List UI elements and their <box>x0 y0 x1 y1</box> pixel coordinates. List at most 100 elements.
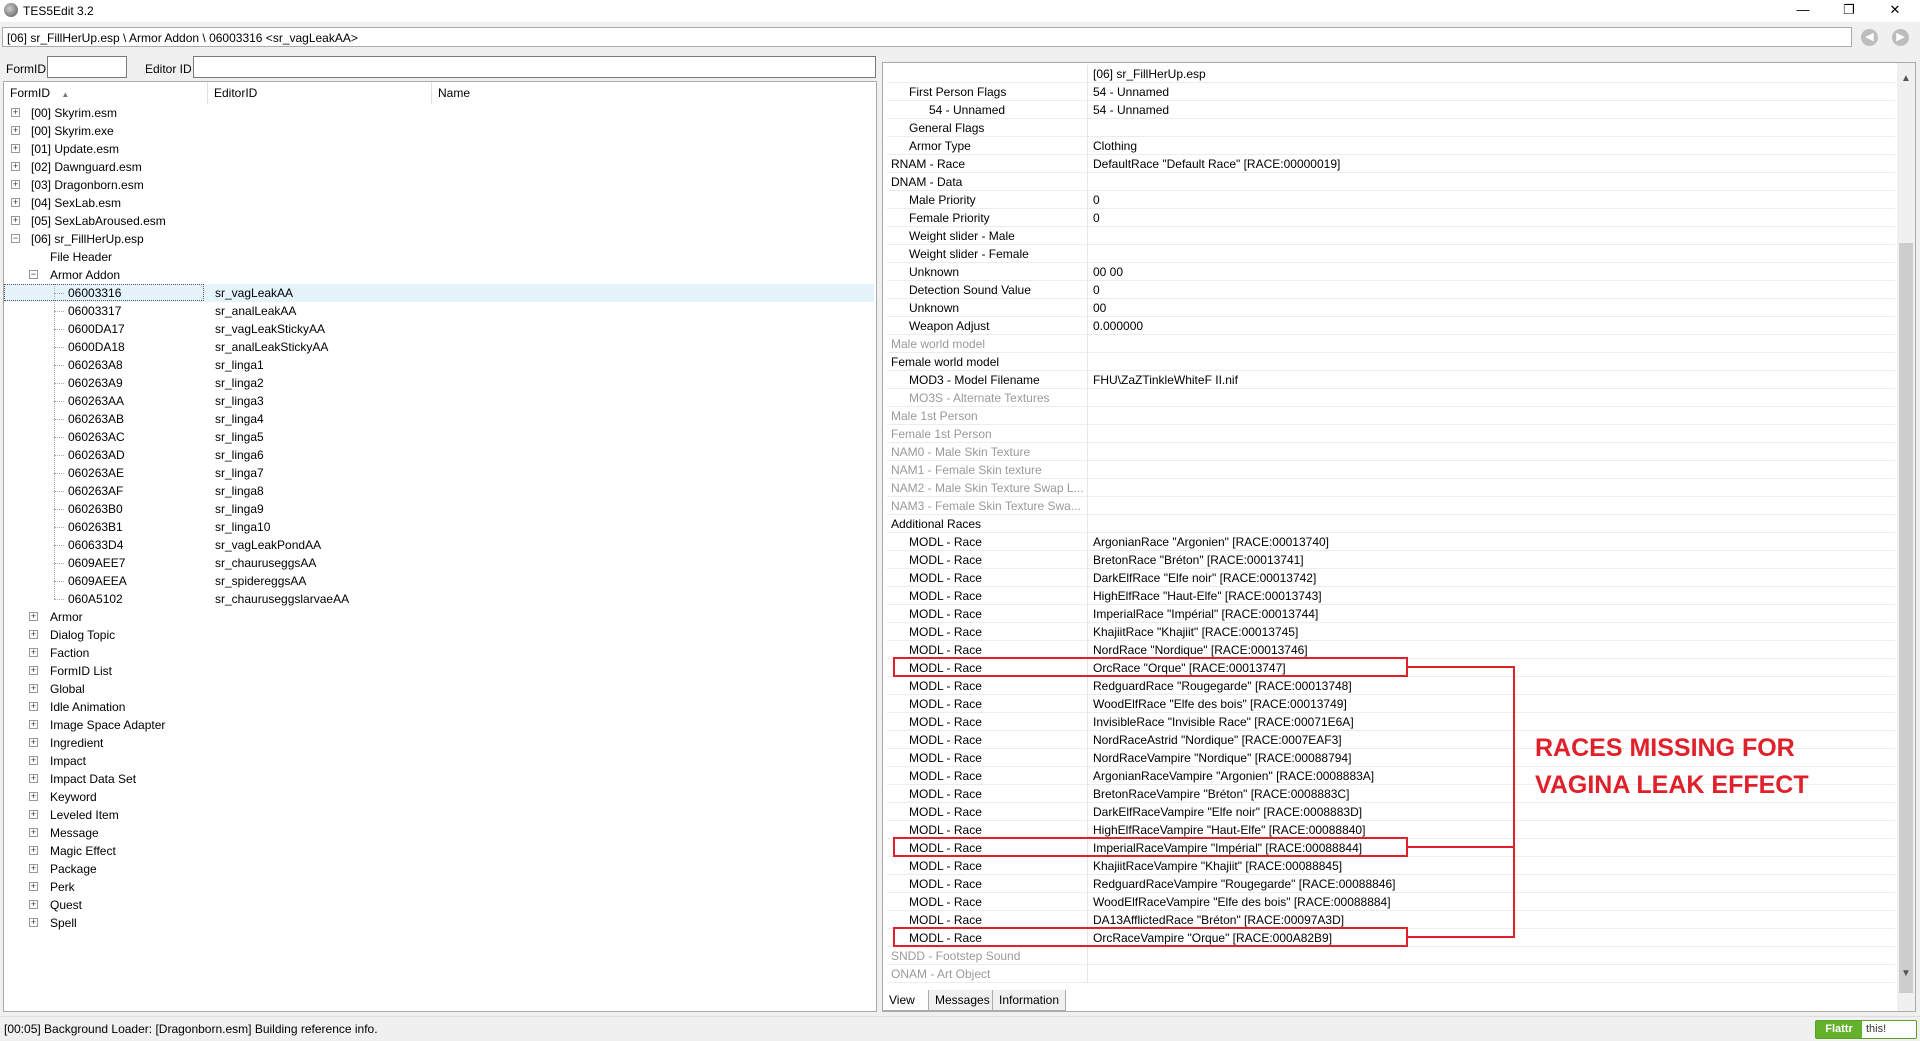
record-field-row[interactable]: General Flags <box>887 119 1895 137</box>
record-field-row[interactable]: Weight slider - Male <box>887 227 1895 245</box>
tree-record-row[interactable]: 060633D4 sr_vagLeakPondAA <box>4 536 874 554</box>
tree-plugin-5[interactable]: + [04] SexLab.esm <box>4 194 874 212</box>
expand-icon[interactable]: + <box>11 162 20 171</box>
expand-icon[interactable]: + <box>29 612 38 621</box>
tree-group-row[interactable]: + Message <box>4 824 874 842</box>
expand-icon[interactable]: + <box>11 108 20 117</box>
formid-input[interactable] <box>47 56 127 78</box>
record-field-row[interactable]: Additional Races <box>887 515 1895 533</box>
expand-icon[interactable]: + <box>29 900 38 909</box>
record-field-row[interactable]: MODL - Race RedguardRaceVampire "Rougegar… <box>887 875 1895 893</box>
tree-record-row[interactable]: 0600DA17 sr_vagLeakStickyAA <box>4 320 874 338</box>
record-field-row[interactable]: [06] sr_FillHerUp.esp <box>887 65 1895 83</box>
expand-icon[interactable]: + <box>29 756 38 765</box>
tree-record-row[interactable]: 06003317 sr_analLeakAA <box>4 302 874 320</box>
record-field-row[interactable]: First Person Flags 54 - Unnamed <box>887 83 1895 101</box>
scroll-thumb[interactable] <box>1899 243 1913 993</box>
record-field-row[interactable]: SNDD - Footstep Sound <box>887 947 1895 965</box>
collapse-icon[interactable]: − <box>29 270 38 279</box>
tree-record-row[interactable]: 060263B1 sr_linga10 <box>4 518 874 536</box>
tree-record-row[interactable]: 060263A8 sr_linga1 <box>4 356 874 374</box>
record-field-row[interactable]: MODL - Race WoodElfRaceVampire "Elfe des … <box>887 893 1895 911</box>
record-field-row[interactable]: Male 1st Person <box>887 407 1895 425</box>
tree-record-row[interactable]: 0609AEE7 sr_chauruseggsAA <box>4 554 874 572</box>
scroll-down-icon[interactable]: ▼ <box>1901 968 1911 979</box>
expand-icon[interactable]: + <box>29 684 38 693</box>
tree-group-row[interactable]: + FormID List <box>4 662 874 680</box>
record-field-row[interactable]: Unknown 00 00 <box>887 263 1895 281</box>
record-scrollbar[interactable]: ▲ ▼ <box>1897 63 1915 1011</box>
record-field-row[interactable]: Female Priority 0 <box>887 209 1895 227</box>
expand-icon[interactable]: + <box>29 882 38 891</box>
expand-icon[interactable]: + <box>29 702 38 711</box>
expand-icon[interactable]: + <box>29 810 38 819</box>
expand-icon[interactable]: + <box>29 738 38 747</box>
tree-record-row[interactable]: 06003316 sr_vagLeakAA <box>4 284 874 302</box>
expand-icon[interactable]: + <box>29 846 38 855</box>
record-field-row[interactable]: Detection Sound Value 0 <box>887 281 1895 299</box>
record-field-row[interactable]: MODL - Race InvisibleRace "Invisible Race… <box>887 713 1895 731</box>
tree-group-row[interactable]: + Idle Animation <box>4 698 874 716</box>
column-header-formid[interactable]: FormID ▲ <box>4 82 208 104</box>
record-field-row[interactable]: Weapon Adjust 0.000000 <box>887 317 1895 335</box>
tree-record-row[interactable]: 0600DA18 sr_analLeakStickyAA <box>4 338 874 356</box>
record-view[interactable]: [06] sr_FillHerUp.esp First Person Flags 5… <box>882 62 1916 1012</box>
tree-record-row[interactable]: 060A5102 sr_chauruseggslarvaeAA <box>4 590 874 608</box>
record-field-row[interactable]: MODL - Race BretonRace "Bréton" [RACE:000… <box>887 551 1895 569</box>
expand-icon[interactable]: + <box>29 828 38 837</box>
record-field-row[interactable]: MODL - Race ImperialRace "Impérial" [RACE… <box>887 605 1895 623</box>
record-field-row[interactable]: Unknown 00 <box>887 299 1895 317</box>
scroll-up-icon[interactable]: ▲ <box>1901 73 1911 84</box>
tree-group-row[interactable]: + Image Space Adapter <box>4 716 874 734</box>
close-button[interactable]: ✕ <box>1872 0 1918 22</box>
expand-icon[interactable]: + <box>29 774 38 783</box>
record-field-row[interactable]: ONAM - Art Object <box>887 965 1895 983</box>
tree-record-row[interactable]: 060263B0 sr_linga9 <box>4 500 874 518</box>
tree-group-row[interactable]: + Perk <box>4 878 874 896</box>
record-field-row[interactable]: MODL - Race KhajiitRaceVampire "Khajiit" … <box>887 857 1895 875</box>
tree-record-row[interactable]: 060263AD sr_linga6 <box>4 446 874 464</box>
tree-group-row[interactable]: + Quest <box>4 896 874 914</box>
expand-icon[interactable]: + <box>29 630 38 639</box>
expand-icon[interactable]: + <box>11 180 20 189</box>
tree-plugin-2[interactable]: + [01] Update.esm <box>4 140 874 158</box>
record-field-row[interactable]: Male Priority 0 <box>887 191 1895 209</box>
record-field-row[interactable]: RNAM - Race DefaultRace "Default Race" [R… <box>887 155 1895 173</box>
record-field-row[interactable]: MODL - Race KhajiitRace "Khajiit" [RACE:0… <box>887 623 1895 641</box>
tree-group-row[interactable]: + Spell <box>4 914 874 932</box>
record-field-row[interactable]: NAM0 - Male Skin Texture <box>887 443 1895 461</box>
restore-button[interactable]: ❐ <box>1826 0 1872 22</box>
record-field-row[interactable]: Armor Type Clothing <box>887 137 1895 155</box>
record-field-row[interactable]: MODL - Race WoodElfRace "Elfe des bois" [… <box>887 695 1895 713</box>
flattr-button[interactable]: Flattr this! <box>1815 1020 1917 1039</box>
collapse-icon[interactable]: − <box>11 234 20 243</box>
column-header-name[interactable]: Name <box>432 82 872 104</box>
expand-icon[interactable]: + <box>29 648 38 657</box>
tree-group-row[interactable]: + Package <box>4 860 874 878</box>
record-field-row[interactable]: NAM1 - Female Skin texture <box>887 461 1895 479</box>
record-field-row[interactable]: MODL - Race HighElfRace "Haut-Elfe" [RACE… <box>887 587 1895 605</box>
navigation-tree[interactable]: FormID ▲ EditorID Name + [00] Skyrim.esm +… <box>3 81 877 1012</box>
tree-group-row[interactable]: + Faction <box>4 644 874 662</box>
back-icon[interactable]: ◀ <box>1861 29 1878 46</box>
record-field-row[interactable]: Male world model <box>887 335 1895 353</box>
expand-icon[interactable]: + <box>11 144 20 153</box>
tree-group-row[interactable]: + Leveled Item <box>4 806 874 824</box>
expand-icon[interactable]: + <box>29 864 38 873</box>
record-field-row[interactable]: MOD3 - Model Filename FHU\ZaZTinkleWhiteF… <box>887 371 1895 389</box>
record-field-row[interactable]: MODL - Race DarkElfRaceVampire "Elfe noir… <box>887 803 1895 821</box>
forward-icon[interactable]: ▶ <box>1892 29 1909 46</box>
record-field-row[interactable]: DNAM - Data <box>887 173 1895 191</box>
expand-icon[interactable]: + <box>11 198 20 207</box>
record-field-row[interactable]: MODL - Race RedguardRace "Rougegarde" [RA… <box>887 677 1895 695</box>
tree-plugin-1[interactable]: + [00] Skyrim.exe <box>4 122 874 140</box>
record-field-row[interactable]: NAM3 - Female Skin Texture Swa... <box>887 497 1895 515</box>
editorid-input[interactable] <box>193 56 876 78</box>
column-header-editorid[interactable]: EditorID <box>208 82 432 104</box>
tree-plugin-0[interactable]: + [00] Skyrim.esm <box>4 104 874 122</box>
tree-record-row[interactable]: 060263AF sr_linga8 <box>4 482 874 500</box>
expand-icon[interactable]: + <box>11 216 20 225</box>
record-field-row[interactable]: Weight slider - Female <box>887 245 1895 263</box>
tree-record-row[interactable]: 060263AC sr_linga5 <box>4 428 874 446</box>
tree-group-row[interactable]: + Dialog Topic <box>4 626 874 644</box>
